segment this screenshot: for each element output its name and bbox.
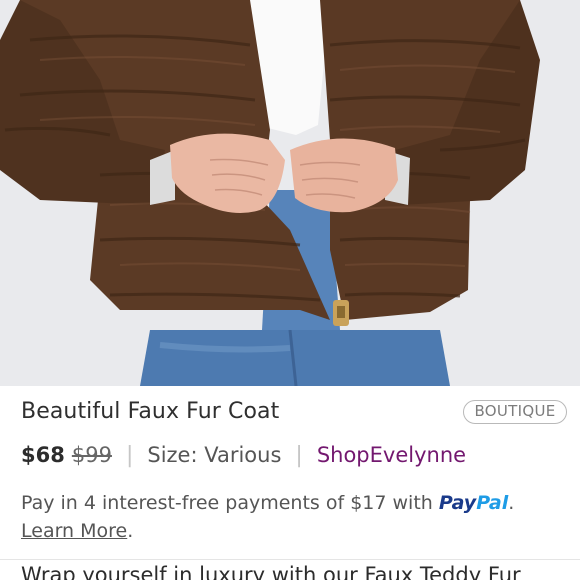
separator: | <box>295 442 303 468</box>
paypal-logo-pay: Pay <box>438 492 477 514</box>
price-row: $68 $99 | Size: Various | ShopEvelynne <box>21 439 466 471</box>
installment-text: Pay in 4 interest-free payments of $17 w… <box>21 492 439 514</box>
learn-more-period: . <box>127 520 134 542</box>
product-description: Wrap yourself in luxury with our Faux Te… <box>21 563 521 580</box>
separator: | <box>125 442 134 468</box>
paypal-logo: PayPal <box>439 492 508 514</box>
seller-link[interactable]: ShopEvelynne <box>317 443 466 467</box>
product-photo[interactable] <box>0 0 580 386</box>
section-divider <box>0 559 580 560</box>
size-label: Size: Various <box>147 443 282 467</box>
paypal-logo-pal: Pal <box>476 492 509 514</box>
product-title: Beautiful Faux Fur Coat <box>21 399 280 424</box>
boutique-badge[interactable]: BOUTIQUE <box>463 400 567 424</box>
listing-screen: Beautiful Faux Fur Coat BOUTIQUE $68 $99… <box>0 0 580 580</box>
installment-info: Pay in 4 interest-free payments of $17 w… <box>21 489 571 545</box>
learn-more-link[interactable]: Learn More <box>21 520 127 542</box>
fur-coat-illustration <box>0 0 580 386</box>
original-price: $99 <box>71 443 112 467</box>
installment-period: . <box>508 492 515 514</box>
current-price: $68 <box>21 443 65 467</box>
